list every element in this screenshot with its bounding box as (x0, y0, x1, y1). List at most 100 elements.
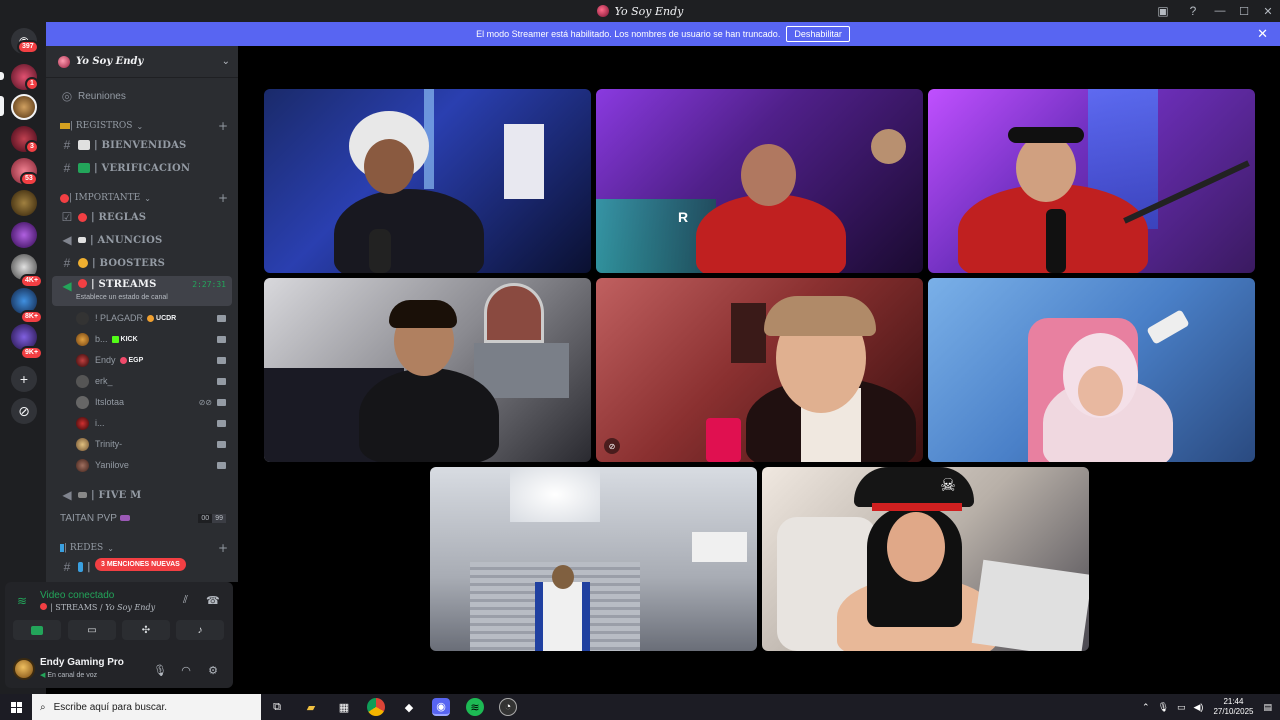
camera-icon (217, 419, 226, 427)
add-channel-icon[interactable]: + (218, 541, 228, 555)
video-tile[interactable] (928, 278, 1255, 462)
no-entry-emoji-icon (78, 279, 87, 288)
server-badge: 9K+ (20, 346, 44, 360)
category-registros[interactable]: | REGISTROS ⌄ + (52, 118, 232, 134)
video-tile[interactable] (264, 89, 591, 273)
user-limit-counter: 00 99 (198, 513, 226, 523)
video-tile[interactable] (264, 278, 591, 462)
channel-anuncios[interactable]: ◀ | ANUNCIOS (52, 230, 232, 250)
camera-button[interactable] (13, 620, 61, 640)
minimize-button[interactable]: — (1208, 0, 1232, 22)
microphone-icon[interactable]: 🎙 (152, 662, 168, 678)
user-avatar[interactable] (13, 658, 35, 680)
network-icon[interactable]: ▭ (1177, 702, 1186, 713)
disconnect-icon[interactable]: ☎ (206, 594, 220, 607)
maximize-button[interactable]: ☐ (1232, 0, 1256, 22)
disable-streamer-mode-button[interactable]: Deshabilitar (786, 26, 850, 42)
discover-icon[interactable]: ⊘ (11, 398, 37, 424)
chevron-up-icon[interactable]: ⌃ (1142, 702, 1150, 713)
voice-user[interactable]: Itslotaa ⊘⊘ (76, 392, 232, 412)
avatar (76, 311, 89, 325)
camera-icon (217, 335, 226, 343)
taskbar-search[interactable]: ⌕ Escribe aquí para buscar. (32, 694, 261, 720)
add-channel-icon[interactable]: + (218, 191, 228, 205)
store-icon[interactable]: ▦ (335, 698, 353, 716)
voice-status[interactable]: Video conectado (40, 590, 114, 601)
soundboard-button[interactable]: ♪ (176, 620, 224, 640)
reuniones-link[interactable]: ◎ Reuniones (52, 86, 232, 106)
no-entry-emoji-icon (60, 193, 69, 203)
discord-taskbar-icon[interactable]: ◉ (432, 698, 450, 716)
mute-deafen-icon: ⊘⊘ (198, 397, 212, 407)
new-mentions-pill[interactable]: 3 MENCIONES NUEVAS (95, 558, 186, 571)
channel-taitan[interactable]: TAITAN PVP 00 99 (52, 508, 232, 528)
roblox-icon[interactable]: ◆ (400, 698, 418, 716)
chrome-icon[interactable] (367, 698, 385, 716)
volume-icon[interactable]: ◀) (1194, 702, 1204, 713)
video-tile[interactable]: ☠ (762, 467, 1089, 651)
video-face (364, 139, 414, 194)
video-tile[interactable] (928, 89, 1255, 273)
search-placeholder: Escribe aquí para buscar. (53, 701, 168, 713)
category-importante[interactable]: | IMPORTANTE ⌄ + (52, 190, 232, 206)
server-icon[interactable] (11, 222, 37, 248)
voice-user[interactable]: i... (76, 413, 232, 433)
noise-suppression-icon[interactable]: ⫽ (183, 594, 188, 607)
fire-icon (147, 314, 155, 322)
category-redes[interactable]: | REDES ⌄ + (52, 540, 232, 556)
notifications-icon[interactable]: ▤ (1263, 702, 1272, 713)
voice-user-name: Endy (95, 355, 116, 365)
video-tile[interactable]: ⊘ (596, 278, 923, 462)
user-tag: EGP (119, 356, 143, 364)
activities-button[interactable]: ✣ (122, 620, 170, 640)
user-name[interactable]: Endy Gaming Pro (40, 657, 124, 668)
channel-reglas[interactable]: ☑ | REGLAS (52, 207, 232, 227)
video-camera-icon (31, 625, 43, 635)
channel-label: | VERIFICACION (94, 162, 191, 174)
channel-verificacion[interactable]: # | VERIFICACION (52, 158, 232, 178)
close-icon[interactable]: ✕ (1257, 26, 1268, 42)
voice-user[interactable]: erk_ (76, 371, 232, 391)
app-icon[interactable]: ◔ (499, 698, 517, 716)
share-screen-button[interactable]: ▭ (68, 620, 116, 640)
video-tile[interactable]: R (596, 89, 923, 273)
voice-user[interactable]: Endy EGP (76, 350, 232, 370)
spotify-icon[interactable]: ≋ (466, 698, 484, 716)
channel-streams[interactable]: ◀ | STREAMS 2:27:31 Establece un estado … (52, 276, 232, 306)
video-poster (971, 559, 1089, 651)
file-explorer-icon[interactable]: ▰ (302, 698, 320, 716)
close-window-button[interactable]: ✕ (1256, 0, 1280, 22)
activities-icon: ✣ (141, 624, 151, 636)
add-server-icon[interactable]: + (11, 366, 37, 392)
screen-share-icon: ▭ (87, 624, 97, 636)
set-channel-status[interactable]: Establece un estado de canal (76, 294, 168, 301)
help-icon[interactable]: ? (1178, 0, 1208, 22)
voice-channel-path[interactable]: | STREAMS / Yo Soy Endy (40, 603, 155, 612)
headphones-icon[interactable]: ◠ (178, 662, 194, 678)
mail-emoji-icon (78, 140, 90, 150)
signal-icon[interactable]: ≋ (17, 594, 27, 608)
inbox-icon[interactable]: ▣ (1148, 0, 1178, 22)
guild-header[interactable]: Yo Soy Endy ⌄ (46, 46, 238, 78)
clock[interactable]: 21:44 27/10/2025 (1213, 697, 1253, 717)
voice-user[interactable]: Trinity- (76, 434, 232, 454)
gear-icon[interactable]: ⚙ (205, 662, 221, 678)
start-button[interactable] (0, 694, 32, 720)
voice-user-name: ! PLAGADR (95, 313, 144, 323)
task-view-icon[interactable]: ⧉ (268, 698, 286, 716)
channel-bienvenidas[interactable]: # | BIENVENIDAS (52, 135, 232, 155)
chevron-down-icon[interactable]: ⌄ (222, 56, 230, 67)
video-tile[interactable] (430, 467, 757, 651)
window-title: Yo Soy Endy (596, 5, 683, 18)
server-icon[interactable] (11, 190, 37, 216)
voice-user[interactable]: Yanilove (76, 455, 232, 475)
microphone-icon[interactable]: 🎙 (1158, 702, 1169, 713)
channel-fivem[interactable]: ◀ | FIVE M (52, 485, 232, 505)
server-icon-selected[interactable] (11, 94, 37, 120)
reuniones-label: Reuniones (78, 90, 126, 102)
video-face (1016, 134, 1076, 202)
voice-user[interactable]: ! PLAGADR UCDR (76, 308, 232, 328)
add-channel-icon[interactable]: + (218, 119, 228, 133)
channel-boosters[interactable]: # | BOOSTERS (52, 253, 232, 273)
voice-user[interactable]: b... KICK (76, 329, 232, 349)
